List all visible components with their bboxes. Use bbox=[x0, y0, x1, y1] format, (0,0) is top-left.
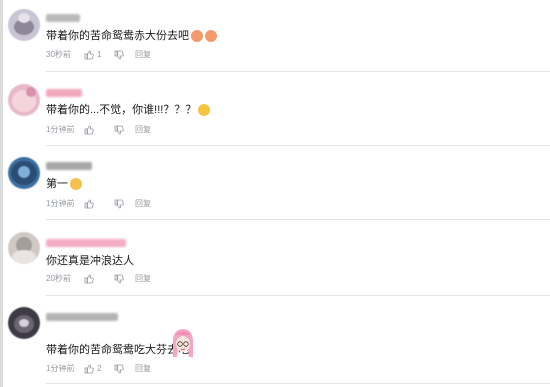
dislike-button[interactable] bbox=[114, 199, 135, 209]
avatar[interactable] bbox=[8, 232, 40, 264]
thumbs-down-icon bbox=[114, 50, 124, 59]
comment-meta: 30秒前 1 回复 bbox=[46, 49, 151, 60]
like-count: 2 bbox=[97, 364, 102, 373]
like-button[interactable] bbox=[84, 199, 114, 209]
dislike-button[interactable] bbox=[114, 125, 135, 135]
like-button[interactable] bbox=[84, 274, 114, 284]
timestamp: 30秒前 bbox=[46, 50, 71, 59]
timestamp: 1分钟前 bbox=[46, 199, 75, 208]
like-button[interactable]: 2 bbox=[84, 364, 114, 374]
divider bbox=[46, 295, 550, 296]
dislike-button[interactable] bbox=[114, 364, 135, 374]
divider bbox=[46, 219, 550, 220]
username[interactable] bbox=[46, 14, 80, 22]
thumbs-up-icon bbox=[84, 199, 94, 208]
avatar[interactable] bbox=[8, 9, 40, 41]
comment-text: 带着你的...不觉，你谁!!!？？？ bbox=[46, 103, 211, 117]
thumbs-down-icon bbox=[114, 125, 124, 134]
comment-text: 带着你的苦命鸳鸯赤大份去吧 bbox=[46, 29, 217, 43]
comment-text: 第一 bbox=[46, 177, 82, 191]
comment-meta: 1分钟前 回复 bbox=[46, 198, 151, 209]
thumbs-down-icon bbox=[114, 199, 124, 208]
reply-button[interactable]: 回复 bbox=[135, 273, 151, 284]
timestamp: 1分钟前 bbox=[46, 125, 75, 134]
dislike-button[interactable] bbox=[114, 274, 135, 284]
thumbs-down-icon bbox=[114, 274, 124, 283]
divider bbox=[46, 71, 550, 72]
cat-face-emoji bbox=[70, 178, 82, 190]
dislike-button[interactable] bbox=[114, 50, 135, 60]
like-button[interactable]: 1 bbox=[84, 50, 114, 60]
timestamp: 20秒前 bbox=[46, 274, 71, 283]
timestamp: 1分钟前 bbox=[46, 364, 75, 373]
comment-text: 带着你的苦命鸳鸯吃大芬去吧 bbox=[46, 344, 189, 356]
reply-button[interactable]: 回复 bbox=[135, 363, 151, 374]
comment-meta: 1分钟前 回复 bbox=[46, 124, 151, 135]
username[interactable] bbox=[46, 89, 82, 97]
anime-girl-sticker bbox=[173, 329, 193, 357]
reply-button[interactable]: 回复 bbox=[135, 198, 151, 209]
comment-meta: 1分钟前 2 回复 bbox=[46, 363, 151, 374]
reply-button[interactable]: 回复 bbox=[135, 124, 151, 135]
avatar[interactable] bbox=[8, 307, 40, 339]
avatar[interactable] bbox=[8, 84, 40, 116]
username[interactable] bbox=[46, 162, 92, 170]
smiling-face-emoji bbox=[191, 30, 203, 42]
divider bbox=[46, 383, 550, 384]
like-count: 1 bbox=[97, 50, 102, 59]
reply-button[interactable]: 回复 bbox=[135, 49, 151, 60]
thumbs-up-icon bbox=[84, 274, 94, 283]
username[interactable] bbox=[46, 239, 126, 247]
sweat-face-emoji bbox=[198, 104, 211, 116]
username[interactable] bbox=[46, 313, 118, 321]
comment-text: 你还真是冲浪达人 bbox=[46, 255, 134, 267]
comment-meta: 20秒前 回复 bbox=[46, 273, 151, 284]
thumbs-up-icon bbox=[84, 125, 94, 134]
left-border bbox=[0, 0, 3, 387]
thumbs-down-icon bbox=[114, 364, 124, 373]
divider bbox=[46, 145, 550, 146]
avatar[interactable] bbox=[8, 157, 40, 189]
thumbs-up-icon bbox=[84, 50, 94, 59]
smiling-face-emoji bbox=[205, 30, 217, 42]
like-button[interactable] bbox=[84, 125, 114, 135]
thumbs-up-icon bbox=[84, 364, 94, 373]
